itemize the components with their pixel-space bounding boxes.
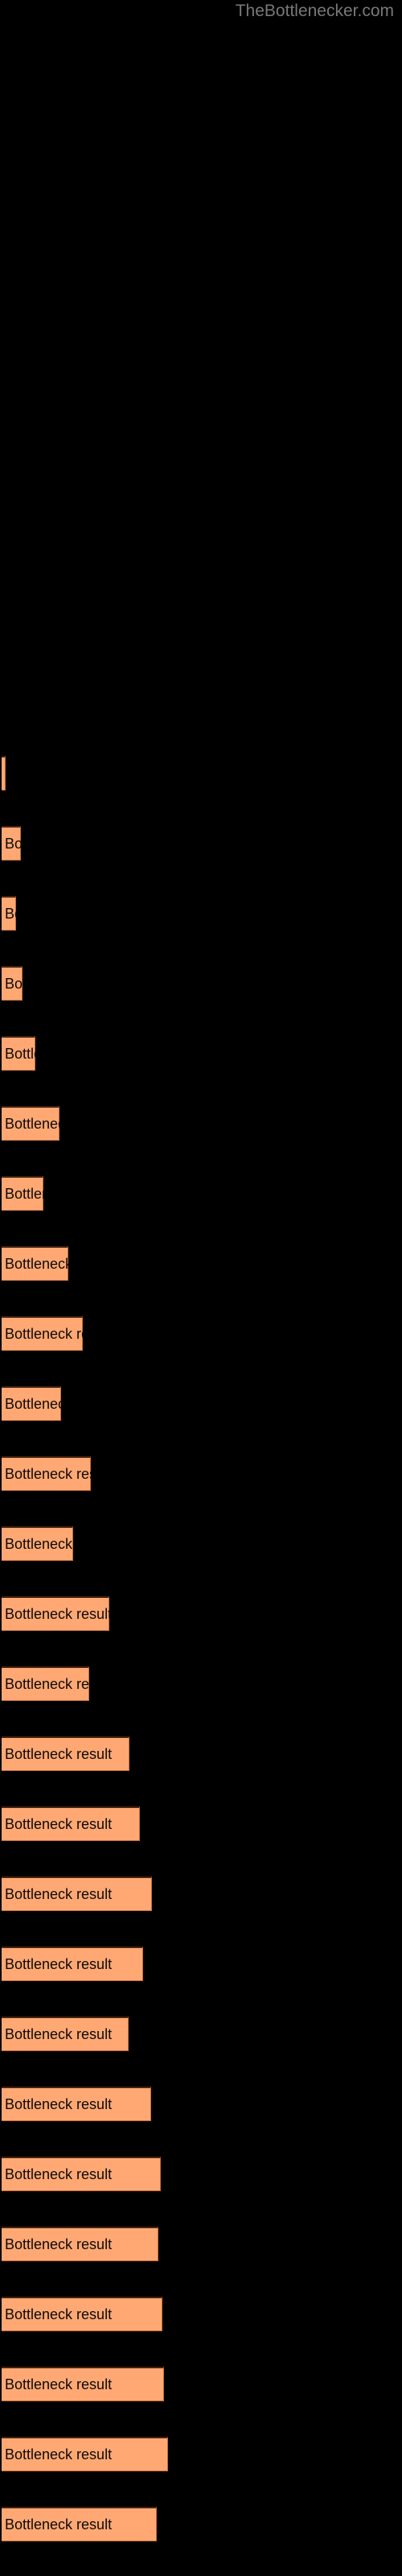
bar-row[interactable]: Bottleneck result xyxy=(2,1036,402,1071)
bar-row[interactable]: Bottleneck result xyxy=(2,1876,402,1911)
bar-clip: Bottleneck result xyxy=(2,1596,109,1631)
bar-row[interactable]: Bottleneck result xyxy=(2,1806,402,1841)
bar[interactable] xyxy=(2,2227,158,2261)
bar-clip: Bottleneck result xyxy=(2,2157,161,2191)
bar-clip: Bottleneck result xyxy=(2,2367,164,2401)
bar-row[interactable]: Bottleneck result xyxy=(2,2227,402,2261)
bar-row[interactable]: Bottleneck result xyxy=(2,826,402,861)
bar-row[interactable]: Bottleneck result xyxy=(2,1386,402,1421)
bar[interactable] xyxy=(2,2367,164,2401)
bar[interactable] xyxy=(2,1456,91,1491)
bar[interactable] xyxy=(2,1666,89,1701)
bar-clip: Bottleneck result xyxy=(2,826,21,861)
bar[interactable] xyxy=(2,1876,152,1911)
bar[interactable] xyxy=(2,1246,68,1281)
bar[interactable] xyxy=(2,2157,161,2191)
bar[interactable] xyxy=(2,1736,129,1771)
bar-row[interactable]: Bottleneck result xyxy=(2,966,402,1001)
bar-row[interactable]: Bottleneck result xyxy=(2,2437,402,2471)
bar-clip: Bottleneck result xyxy=(2,1876,152,1911)
bar-row[interactable]: Bottleneck result xyxy=(2,1946,402,1981)
bar-clip: Bottleneck result xyxy=(2,1176,43,1211)
bar-clip: Bottleneck result xyxy=(2,1036,35,1071)
bar-clip: Bottleneck result xyxy=(2,1386,61,1421)
bar-clip: Bottleneck result xyxy=(2,1246,68,1281)
bar[interactable] xyxy=(2,2017,129,2051)
bar[interactable] xyxy=(2,1386,61,1421)
bar[interactable] xyxy=(2,1946,143,1981)
bar-clip: Bottleneck result xyxy=(2,1526,73,1561)
bar[interactable] xyxy=(2,1526,73,1561)
bar-clip: Bottleneck result xyxy=(2,966,23,1001)
bar-row[interactable]: Bottleneck result xyxy=(2,1736,402,1771)
bar-row[interactable]: Bottleneck result xyxy=(2,2367,402,2401)
bar-row[interactable]: Bottleneck result xyxy=(2,1106,402,1141)
bar-clip: Bottleneck result xyxy=(2,896,16,931)
bar-row[interactable]: Bottleneck result xyxy=(2,2157,402,2191)
bar[interactable] xyxy=(2,1176,43,1211)
bar-clip: Bottleneck result xyxy=(2,2297,162,2331)
bar-row[interactable]: Bottleneck result xyxy=(2,2297,402,2331)
bar-clip: Bottleneck result xyxy=(2,2017,129,2051)
bar[interactable] xyxy=(2,2087,151,2121)
bar[interactable] xyxy=(2,2297,162,2331)
bar-row[interactable]: Bottleneck result xyxy=(2,1176,402,1211)
bar[interactable] xyxy=(2,966,23,1001)
bar[interactable] xyxy=(2,826,21,861)
bar-row[interactable]: Bottleneck result xyxy=(2,1596,402,1631)
bar[interactable] xyxy=(2,1106,59,1141)
bar[interactable] xyxy=(2,756,6,791)
bar-row[interactable]: Bottleneck result xyxy=(2,1666,402,1701)
bar-clip: Bottleneck result xyxy=(2,1456,91,1491)
bar-row[interactable]: Bottleneck result xyxy=(2,896,402,931)
bar-row[interactable]: Bottleneck result xyxy=(2,1246,402,1281)
bar-row[interactable]: Bottleneck result xyxy=(2,756,402,791)
bar-clip: Bottleneck result xyxy=(2,2087,151,2121)
bar-row[interactable]: Bottleneck result xyxy=(2,2017,402,2051)
bar[interactable] xyxy=(2,1596,109,1631)
bar-clip: Bottleneck result xyxy=(2,2507,157,2541)
chart-plot-area: Bottleneck result Bottleneck result Bottle… xyxy=(0,0,402,2576)
bottleneck-bar-chart: Bottleneck result Bottleneck result Bottle… xyxy=(0,0,402,2576)
bar-row[interactable]: Bottleneck result xyxy=(2,2087,402,2121)
bar[interactable] xyxy=(2,896,16,931)
bar-clip: Bottleneck result xyxy=(2,1946,143,1981)
bar[interactable] xyxy=(2,1316,83,1351)
bar-row[interactable]: Bottleneck result xyxy=(2,2507,402,2541)
bar-clip: Bottleneck result xyxy=(2,2227,158,2261)
bar-clip: Bottleneck result xyxy=(2,756,6,791)
bar[interactable] xyxy=(2,2507,157,2541)
site-watermark: TheBottlenecker.com xyxy=(235,2,394,20)
bar-clip: Bottleneck result xyxy=(2,1666,89,1701)
bar-clip: Bottleneck result xyxy=(2,1736,129,1771)
bar-clip: Bottleneck result xyxy=(2,2437,168,2471)
bar-row[interactable]: Bottleneck result xyxy=(2,1456,402,1491)
bar-row[interactable]: Bottleneck result xyxy=(2,1316,402,1351)
bar-clip: Bottleneck result xyxy=(2,1806,140,1841)
bar-clip: Bottleneck result xyxy=(2,1316,83,1351)
bar-row[interactable]: Bottleneck result xyxy=(2,1526,402,1561)
bar-clip: Bottleneck result xyxy=(2,1106,59,1141)
bar[interactable] xyxy=(2,2437,168,2471)
bar[interactable] xyxy=(2,1806,140,1841)
bar[interactable] xyxy=(2,1036,35,1071)
